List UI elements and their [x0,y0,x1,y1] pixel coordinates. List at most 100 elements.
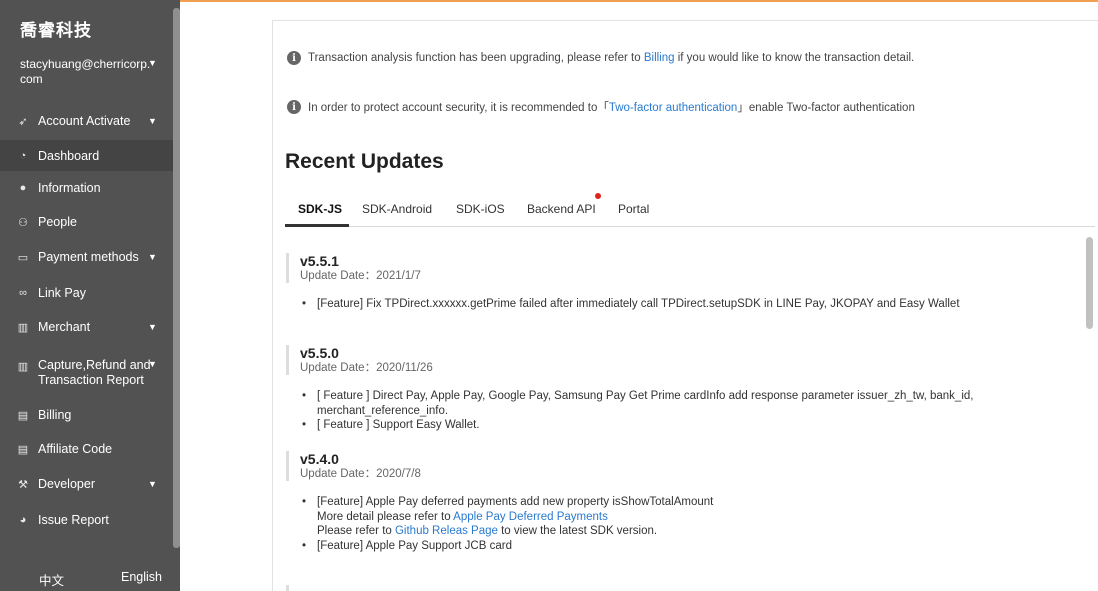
release-date: Update Date：2021/1/7 [300,270,421,282]
notice-text: Transaction analysis function has been u… [308,52,914,64]
sidebar-item-label: Link Pay [38,286,86,300]
notice-transaction: i Transaction analysis function has been… [287,51,914,65]
two-factor-link[interactable]: Two-factor authentication [609,102,738,114]
sidebar-item-merchant[interactable]: ▥ Merchant ▼ [0,317,173,337]
user-email-line1: stacyhuang@cherricorp. [20,57,151,71]
chevron-down-icon: ▼ [148,359,157,369]
release-date: Update Date：2020/7/8 [300,468,421,480]
chevron-down-icon: ▼ [148,322,157,332]
affiliate-icon: ▤ [17,443,29,456]
lang-english-link[interactable]: English [121,570,162,584]
release-header: v5.4.0 Update Date：2020/7/8 [286,451,421,481]
user-account-menu[interactable]: stacyhuang@cherricorp. com [20,57,160,87]
sidebar-item-label: Merchant [38,320,91,334]
notification-dot [595,193,601,199]
sidebar-item-label: People [38,215,77,229]
tab-bar: SDK-JS SDK-Android SDK-iOS Backend API P… [285,193,1095,227]
release-version: v5.5.1 [300,253,339,269]
bullet-dot: • [302,419,307,431]
content-scrollbar[interactable] [1086,237,1093,329]
list-item: • [Feature] Apple Pay Support JCB card [302,539,713,554]
sidebar-item-capture-refund[interactable]: ▥ Capture,Refund and Transaction Report … [0,358,173,390]
sidebar-item-label-wrap: Capture,Refund and Transaction Report [38,358,151,388]
github-release-link[interactable]: Github Releas Page [395,525,498,537]
rocket-icon: ➶ [18,115,28,128]
building-icon: ▥ [17,321,29,334]
page-title: Recent Updates [285,150,444,173]
sidebar-item-label: Billing [38,408,72,422]
sidebar-item-developer[interactable]: ⚒ Developer ▼ [0,474,173,494]
tab-sdk-ios[interactable]: SDK-iOS [456,202,505,216]
sidebar-item-link-pay[interactable]: ∞ Link Pay [0,283,173,303]
list-item-text: [ Feature ] Support Easy Wallet. [317,419,480,431]
sidebar-item-information[interactable]: ● Information [0,178,173,198]
issue-icon: ◕ [19,514,27,526]
sidebar-item-label: Capture,Refund and [38,358,151,372]
credit-card-icon: ▭ [17,251,29,264]
sidebar-item-label: Information [38,181,101,195]
release-notes: • [ Feature ] Direct Pay, Apple Pay, Goog… [302,389,1098,433]
list-item: • [Feature] Fix TPDirect.xxxxxx.getPrime … [302,297,960,312]
list-item: • [Feature] Apple Pay deferred payments a… [302,495,713,510]
tab-sdk-android[interactable]: SDK-Android [362,202,432,216]
notice-text: In order to protect account security, it… [308,99,915,115]
sidebar-item-affiliate-code[interactable]: ▤ Affiliate Code [0,439,173,459]
info-icon: i [287,100,301,114]
info-icon: i [287,51,301,65]
wrench-icon: ⚒ [18,478,28,491]
billing-icon: ▤ [17,409,29,422]
bullet-dot: • [302,496,307,508]
notice-text-part: 」enable Two-factor authentication [737,102,915,114]
tab-portal[interactable]: Portal [618,202,649,216]
sidebar-item-label: Account Activate [38,114,131,128]
people-icon: ⚇ [18,216,28,229]
active-tab-indicator [285,224,349,227]
info-icon: ● [19,182,27,194]
bullet-dot: • [302,298,307,310]
release-version: v5.5.0 [300,345,339,361]
sidebar-item-dashboard[interactable]: ◔ Dashboard [0,140,173,171]
sidebar-item-label-line2: Transaction Report [38,373,144,387]
sidebar-item-label: Issue Report [38,513,109,527]
user-email-line2: com [20,72,43,86]
list-item-detail: Please refer to Github Releas Page to vi… [302,524,713,539]
top-accent-line [180,0,1098,6]
chevron-down-icon[interactable]: ▼ [148,58,157,68]
tab-backend-api[interactable]: Backend API [527,202,596,216]
sidebar-scrollbar[interactable] [173,8,180,548]
release-notes: • [Feature] Apple Pay deferred payments a… [302,495,713,553]
tab-sdk-js[interactable]: SDK-JS [298,202,342,216]
list-item-detail: More detail please refer to Apple Pay De… [302,510,713,525]
brand-logo-text: 喬睿科技 [20,21,92,40]
sidebar-item-label: Affiliate Code [38,442,113,456]
detail-text: to view the latest SDK version. [497,525,658,537]
sidebar-item-label: Developer [38,477,95,491]
detail-text: More detail please refer to [317,510,454,523]
list-item-text: [ Feature ] Direct Pay, Apple Pay, Googl… [317,390,974,417]
list-item: • [ Feature ] Direct Pay, Apple Pay, Goog… [302,389,1098,418]
billing-link[interactable]: Billing [644,52,675,64]
sidebar-item-label: Payment methods [38,250,139,264]
lang-chinese-link[interactable]: 中文 [39,570,64,589]
building-icon: ▥ [17,361,29,373]
list-item-text: [Feature] Apple Pay deferred payments ad… [317,496,714,508]
apple-pay-deferred-link[interactable]: Apple Pay Deferred Payments [453,511,608,523]
bullet-dot: • [302,539,307,552]
release-header: v5.5.0 Update Date：2020/11/26 [286,345,433,375]
detail-text: Please refer to [317,525,395,537]
list-item-text: [Feature] Fix TPDirect.xxxxxx.getPrime f… [317,298,960,310]
next-release-border [286,585,289,591]
notice-text-part: In order to protect account security, it… [308,102,609,114]
notice-security: i In order to protect account security, … [287,99,915,115]
sidebar-item-issue-report[interactable]: ◕ Issue Report [0,510,173,530]
sidebar: 喬睿科技 stacyhuang@cherricorp. com ▼ ➶ Acco… [0,0,180,591]
sidebar-item-billing[interactable]: ▤ Billing [0,405,173,425]
sidebar-item-label: Dashboard [38,148,100,163]
sidebar-item-people[interactable]: ⚇ People [0,212,173,232]
release-header: v5.5.1 Update Date：2021/1/7 [286,253,421,283]
chevron-down-icon: ▼ [148,116,157,126]
chevron-down-icon: ▼ [148,479,157,489]
link-icon: ∞ [19,287,27,299]
sidebar-item-payment-methods[interactable]: ▭ Payment methods ▼ [0,247,173,267]
sidebar-item-account-activate[interactable]: ➶ Account Activate ▼ [0,110,173,132]
